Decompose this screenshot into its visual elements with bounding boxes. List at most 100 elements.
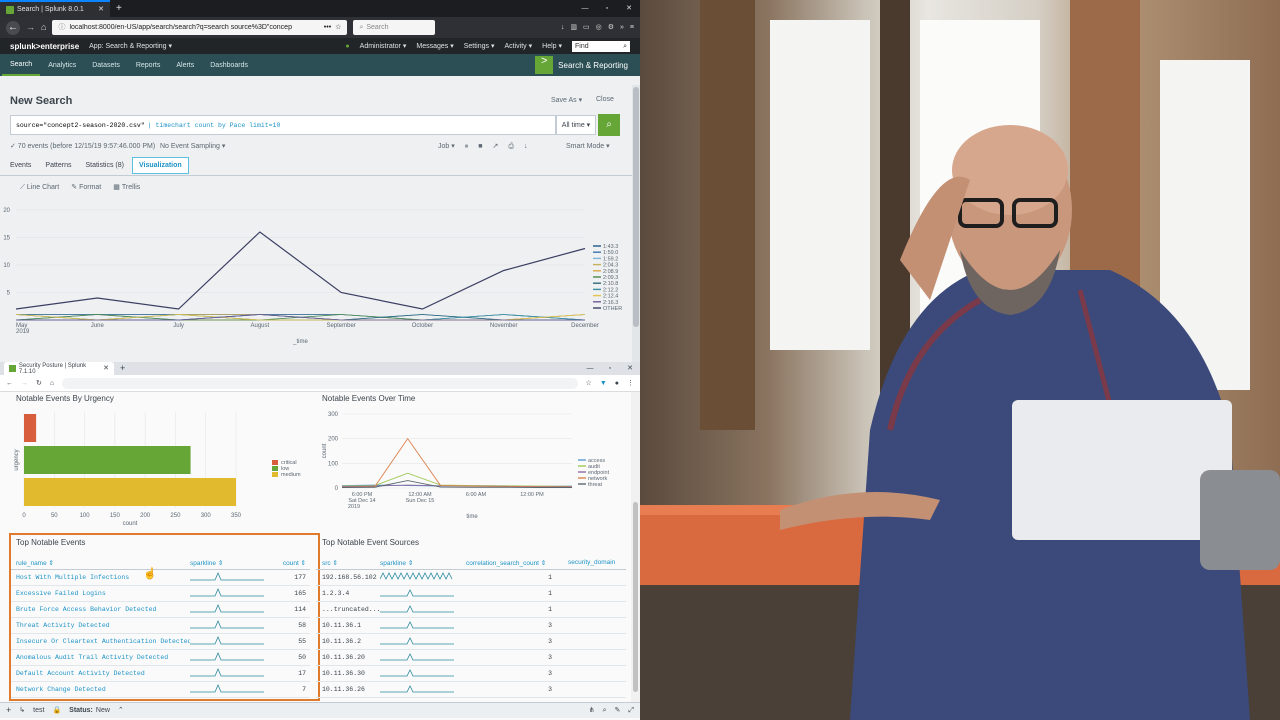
status-value[interactable]: New: [96, 707, 110, 714]
save-as-button[interactable]: Save As ▾: [551, 96, 582, 104]
src-cell[interactable]: 10.11.36.2: [316, 638, 380, 645]
column-sparkline[interactable]: sparkline ⇕: [380, 559, 466, 567]
table-row[interactable]: 192.168.56.102 1: [316, 570, 626, 586]
menu-administrator[interactable]: Administrator ▾: [360, 42, 407, 50]
maximize-icon[interactable]: ▫: [600, 365, 620, 372]
browser-tab[interactable]: Search | Splunk 8.0.1 ✕: [0, 0, 110, 17]
chrome-scrollbar[interactable]: [631, 392, 640, 702]
nav-dashboards[interactable]: Dashboards: [202, 54, 256, 76]
menu-icon[interactable]: ≡: [630, 24, 634, 31]
format-button[interactable]: ✎ Format: [71, 184, 101, 191]
app-menu[interactable]: App: Search & Reporting ▾: [89, 42, 172, 50]
home-icon[interactable]: ⌂: [50, 380, 54, 387]
table-row[interactable]: ...truncated... 1: [316, 602, 626, 618]
reload-icon[interactable]: ↻: [36, 380, 42, 387]
browser-search-input[interactable]: ⌕ Search: [353, 20, 436, 35]
column-correlation-count[interactable]: correlation_search_count ⇕: [466, 559, 560, 567]
find-input[interactable]: Find ⌕: [572, 40, 630, 52]
stop-icon[interactable]: ■: [478, 143, 482, 150]
time-range-picker[interactable]: All time ▾: [556, 115, 596, 135]
menu-icon[interactable]: ⋮: [627, 380, 634, 387]
extension-icon[interactable]: ▼: [600, 380, 607, 387]
scrollbar-thumb[interactable]: [633, 87, 639, 327]
page-scrollbar[interactable]: [632, 85, 640, 362]
omnibox[interactable]: [62, 377, 578, 389]
line-chart-button[interactable]: ⟋ Line Chart: [20, 184, 59, 191]
tab-patterns[interactable]: Patterns: [39, 157, 77, 174]
extension-icon[interactable]: ◎: [596, 24, 602, 31]
scrollbar-thumb[interactable]: [633, 502, 638, 692]
edit-icon[interactable]: ✎: [615, 707, 621, 714]
health-status-icon[interactable]: ●: [345, 43, 349, 50]
back-icon[interactable]: ←: [6, 20, 20, 35]
table-row[interactable]: 10.11.36.2 3: [316, 634, 626, 650]
table-row[interactable]: 10.11.36.20 3: [316, 650, 626, 666]
library-icon[interactable]: ▥: [570, 24, 577, 31]
src-cell[interactable]: 10.11.36.20: [316, 654, 380, 661]
minimize-icon[interactable]: —: [580, 365, 600, 372]
nav-search[interactable]: Search: [2, 54, 41, 76]
export-icon[interactable]: ↓: [524, 143, 528, 150]
downloads-icon[interactable]: ↓: [561, 24, 565, 31]
back-icon[interactable]: ←: [6, 380, 13, 387]
nav-reports[interactable]: Reports: [128, 54, 169, 76]
menu-settings[interactable]: Settings ▾: [464, 42, 495, 50]
tab-visualization[interactable]: Visualization: [132, 157, 189, 174]
close-tab-icon[interactable]: ✕: [103, 365, 109, 372]
bookmark-star-icon[interactable]: ☆: [335, 24, 341, 31]
search-submit-button[interactable]: ⌕: [598, 114, 620, 136]
sidebar-icon[interactable]: ▭: [583, 24, 590, 31]
nav-datasets[interactable]: Datasets: [84, 54, 128, 76]
hierarchy-icon[interactable]: ⋔: [589, 707, 595, 714]
forward-icon[interactable]: →: [26, 23, 35, 32]
menu-help[interactable]: Help ▾: [542, 42, 562, 50]
column-security-domain[interactable]: security_domain: [560, 559, 626, 566]
nav-alerts[interactable]: Alerts: [168, 54, 202, 76]
pause-icon[interactable]: ⏸: [465, 143, 469, 150]
home-icon[interactable]: ⌂: [41, 23, 46, 32]
src-cell[interactable]: 1.2.3.4: [316, 590, 380, 597]
minimize-icon[interactable]: —: [574, 5, 596, 12]
event-sampling-dropdown[interactable]: No Event Sampling ▾: [160, 142, 225, 150]
table-row[interactable]: 10.11.36.30 3: [316, 666, 626, 682]
src-cell[interactable]: 10.11.36.30: [316, 670, 380, 677]
overflow-icon[interactable]: »: [620, 24, 624, 31]
add-icon[interactable]: +: [6, 706, 11, 715]
forward-icon[interactable]: →: [21, 380, 28, 387]
menu-messages[interactable]: Messages ▾: [416, 42, 453, 50]
chevron-up-icon[interactable]: ⌃: [118, 707, 124, 714]
src-cell[interactable]: 10.11.36.1: [316, 622, 380, 629]
job-menu[interactable]: Job ▾: [438, 142, 455, 150]
arrow-icon[interactable]: ↳: [19, 707, 25, 714]
search-query-input[interactable]: source="concept2-season-2020.csv" | time…: [10, 115, 556, 135]
status-test-label[interactable]: test: [33, 707, 44, 714]
close-button[interactable]: Close: [596, 96, 614, 103]
tab-statistics[interactable]: Statistics (8): [79, 157, 130, 174]
settings-icon[interactable]: ⚙: [608, 24, 614, 31]
close-tab-icon[interactable]: ✕: [98, 6, 104, 13]
close-window-icon[interactable]: ✕: [620, 365, 640, 372]
splunk-logo[interactable]: splunk>enterprise: [10, 42, 79, 51]
nav-analytics[interactable]: Analytics: [40, 54, 84, 76]
src-cell[interactable]: 10.11.36.26: [316, 686, 380, 693]
table-row[interactable]: 10.11.36.1 3: [316, 618, 626, 634]
zoom-icon[interactable]: ⌕: [603, 707, 607, 714]
src-cell[interactable]: ...truncated...: [316, 606, 380, 613]
menu-activity[interactable]: Activity ▾: [505, 42, 533, 50]
page-actions-icon[interactable]: •••: [324, 24, 331, 31]
trellis-button[interactable]: ▦ Trellis: [113, 184, 140, 191]
new-tab-icon[interactable]: +: [116, 3, 122, 14]
maximize-icon[interactable]: ▫: [596, 5, 618, 12]
src-cell[interactable]: 192.168.56.102: [316, 574, 380, 581]
profile-avatar-icon[interactable]: ●: [615, 380, 619, 387]
table-row[interactable]: 10.11.36.26 3: [316, 682, 626, 698]
chrome-tab[interactable]: Security Posture | Splunk 7.1.10 ✕: [4, 362, 114, 375]
tab-events[interactable]: Events: [4, 157, 37, 174]
bookmark-star-icon[interactable]: ☆: [586, 380, 592, 387]
column-src[interactable]: src ⇕: [316, 559, 380, 567]
url-bar[interactable]: ⓘ localhost:8000/en-US/app/search/search…: [52, 20, 348, 35]
share-icon[interactable]: ↗: [492, 143, 498, 150]
table-row[interactable]: 1.2.3.4 1: [316, 586, 626, 602]
new-tab-icon[interactable]: +: [120, 364, 125, 373]
print-icon[interactable]: ⎙: [508, 143, 514, 150]
